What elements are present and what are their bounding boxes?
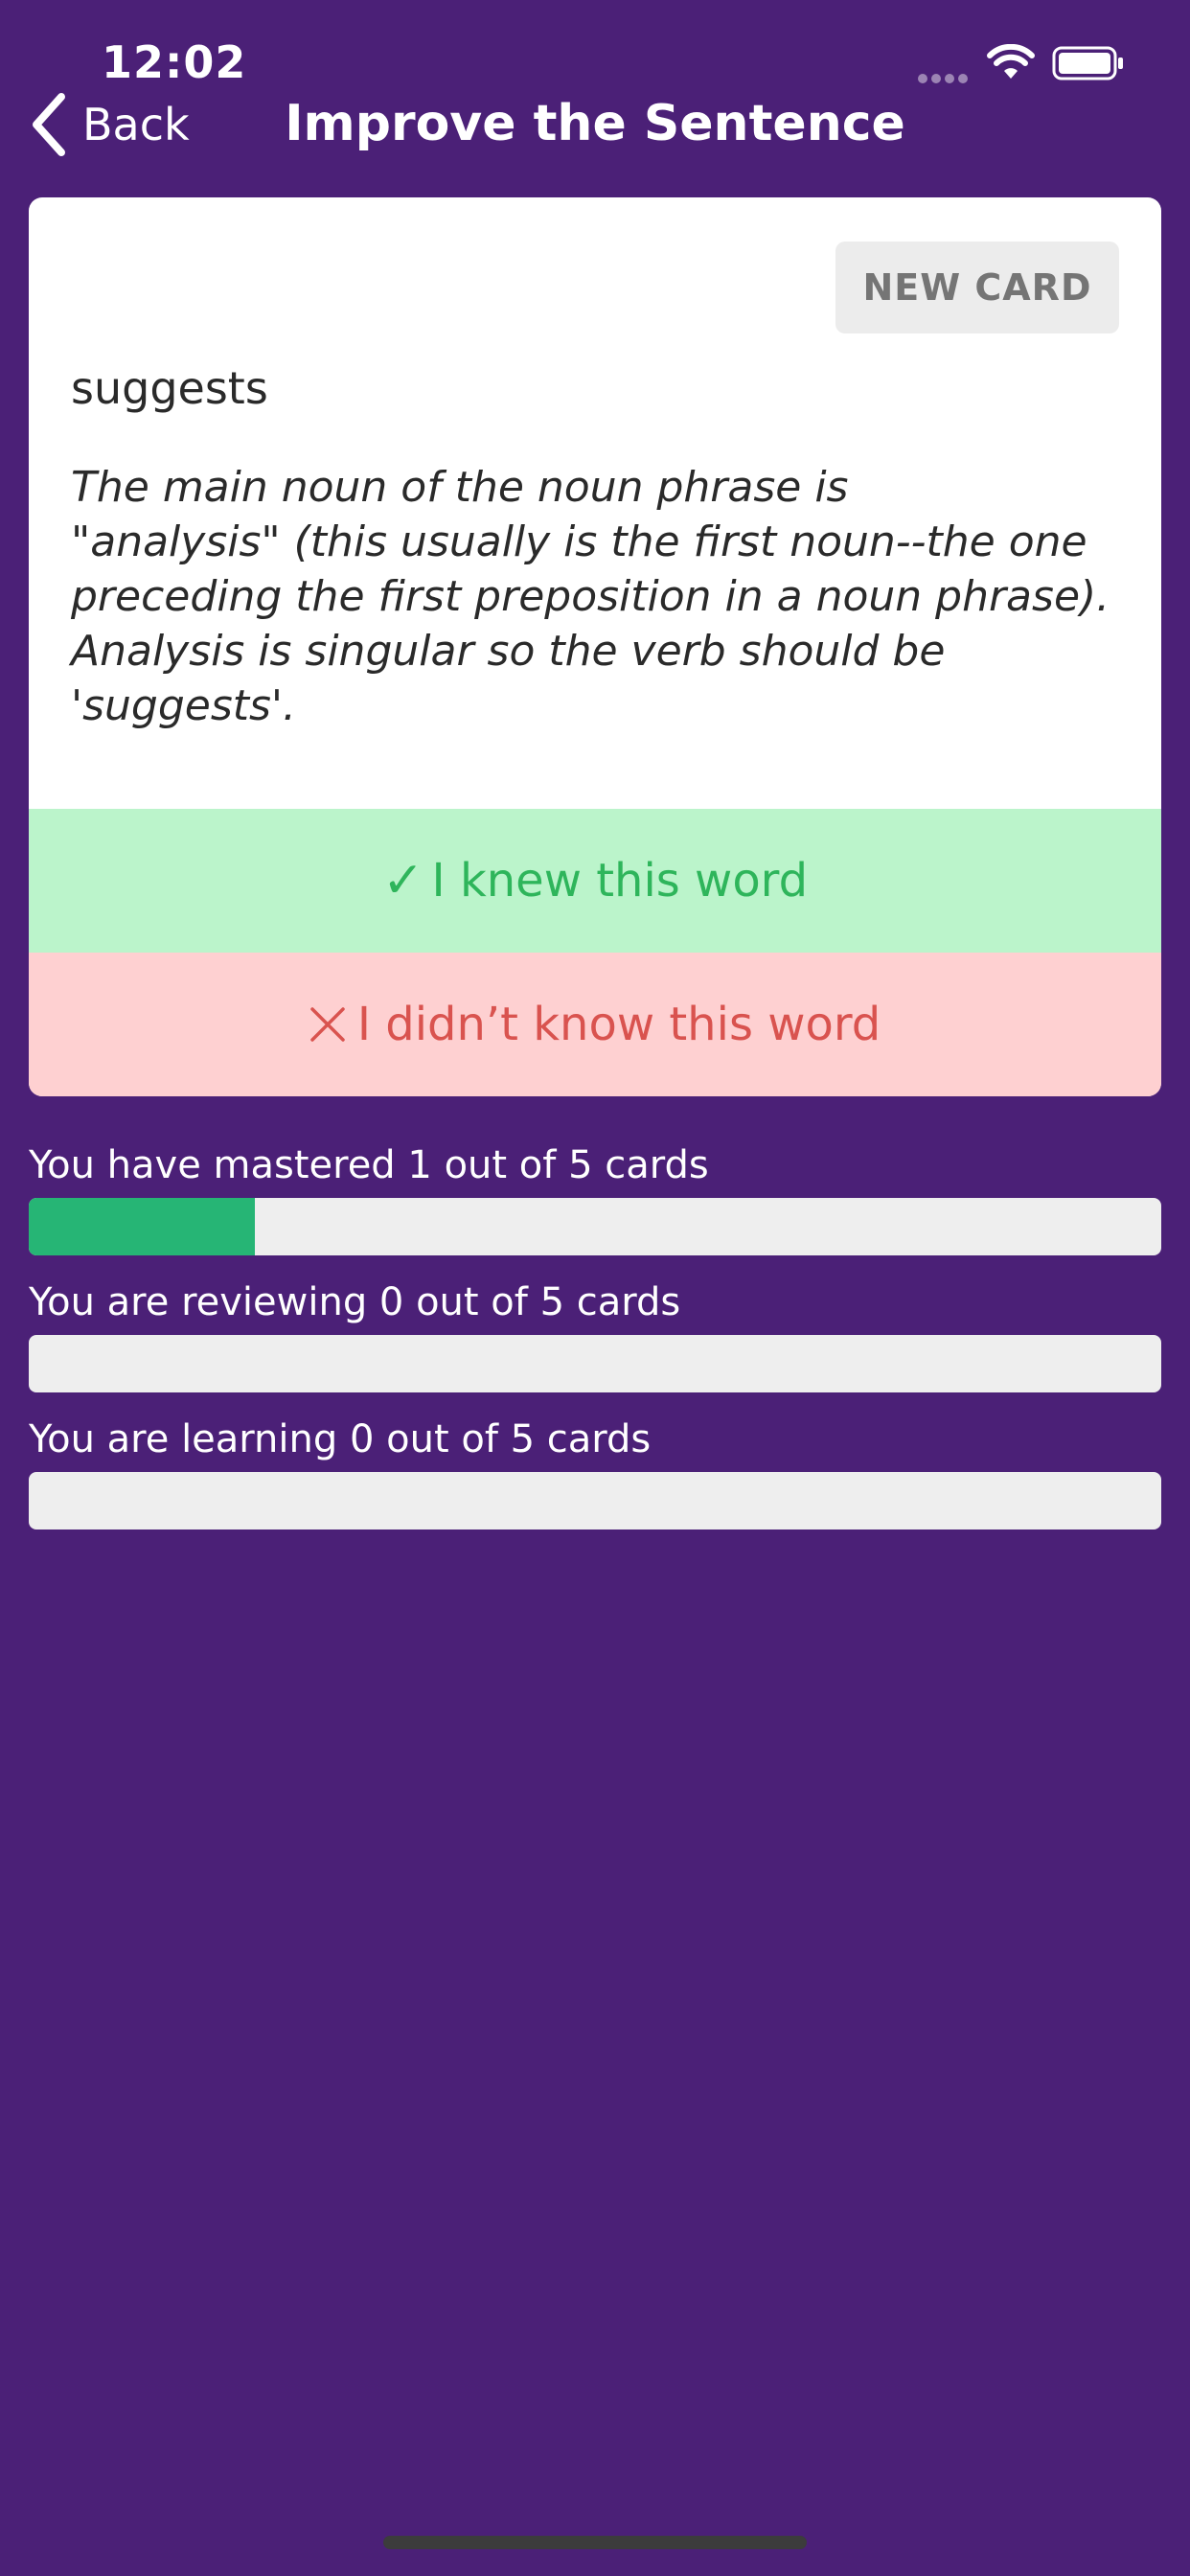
reviewing-progress: You are reviewing 0 out of 5 cards: [29, 1276, 1161, 1392]
mastered-progress: You have mastered 1 out of 5 cards: [29, 1138, 1161, 1255]
learning-progress: You are learning 0 out of 5 cards: [29, 1413, 1161, 1530]
flashcard: NEW CARD suggests The main noun of the n…: [29, 197, 1161, 1096]
chevron-left-icon: [33, 93, 65, 156]
card-word: suggests: [71, 362, 268, 414]
knew-word-label: I knew this word: [431, 854, 809, 908]
status-time: 12:02: [102, 36, 247, 88]
didnt-know-word-button[interactable]: I didn’t know this word: [29, 953, 1161, 1096]
signal-icon: [918, 69, 972, 83]
checkmark-icon: ✓: [381, 852, 424, 909]
new-card-button[interactable]: NEW CARD: [835, 242, 1119, 334]
learning-progress-bar: [29, 1472, 1161, 1530]
status-bar: 12:02: [0, 0, 1190, 96]
mastered-progress-bar: [29, 1198, 1161, 1255]
card-explanation: The main noun of the noun phrase is "ana…: [71, 463, 1110, 730]
knew-word-button[interactable]: ✓ I knew this word: [29, 809, 1161, 953]
mastered-progress-label: You have mastered 1 out of 5 cards: [29, 1143, 709, 1187]
back-button[interactable]: Back: [29, 86, 190, 163]
reviewing-progress-label: You are reviewing 0 out of 5 cards: [29, 1280, 681, 1324]
learning-progress-label: You are learning 0 out of 5 cards: [29, 1417, 652, 1461]
battery-icon: [1052, 46, 1123, 80]
x-icon: [310, 1007, 345, 1042]
home-indicator: [383, 2536, 807, 2549]
didnt-know-word-label: I didn’t know this word: [356, 998, 881, 1051]
navigation-bar: Improve the Sentence Back: [0, 86, 1190, 172]
back-label: Back: [82, 99, 190, 150]
reviewing-progress-bar: [29, 1335, 1161, 1392]
mastered-progress-fill: [29, 1198, 256, 1255]
wifi-icon: [987, 44, 1035, 79]
